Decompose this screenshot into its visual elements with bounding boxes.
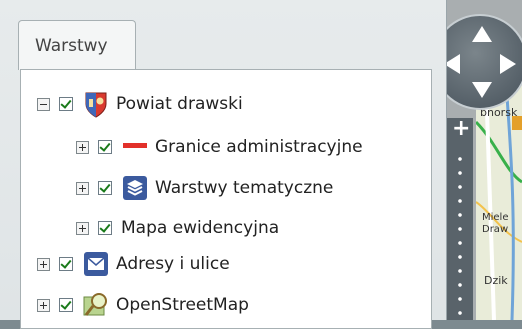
pan-down-button[interactable] <box>472 82 492 98</box>
tab-label: Warstwy <box>35 36 108 56</box>
expand-toggle[interactable] <box>76 181 89 195</box>
layer-label: OpenStreetMap <box>116 295 249 315</box>
coat-of-arms-icon <box>82 90 110 118</box>
tree-row-adresy-i-ulice[interactable]: Adresy i ulice <box>37 247 230 281</box>
zoom-slider-track[interactable] <box>458 152 462 320</box>
map-tiles[interactable]: bnorsk Miele Draw Dzik <box>476 82 522 320</box>
layer-label: Adresy i ulice <box>116 254 230 274</box>
tree-row-warstwy-tematyczne[interactable]: Warstwy tematyczne <box>76 171 333 205</box>
tree-row-openstreetmap[interactable]: OpenStreetMap <box>37 288 249 322</box>
layer-checkbox[interactable] <box>59 298 73 312</box>
zoom-bar[interactable]: + <box>447 116 473 320</box>
map-magnifier-icon <box>82 291 110 319</box>
layers-panel: Warstwy Powiat drawski Granice administr <box>0 0 447 329</box>
tree-row-powiat-drawski[interactable]: Powiat drawski <box>37 87 243 121</box>
layer-checkbox[interactable] <box>98 221 112 235</box>
layers-stack-icon <box>121 174 149 202</box>
layer-checkbox[interactable] <box>59 257 73 271</box>
tab-warstwy[interactable]: Warstwy <box>18 20 136 70</box>
layer-label: Warstwy tematyczne <box>155 178 334 198</box>
pan-right-button[interactable] <box>500 54 516 74</box>
tree-row-mapa-ewidencyjna[interactable]: Mapa ewidencyjna <box>76 211 279 245</box>
envelope-icon <box>82 250 110 278</box>
zoom-in-button[interactable]: + <box>452 116 470 141</box>
expand-toggle[interactable] <box>37 298 50 312</box>
map-label-4: Dzik <box>484 274 508 287</box>
layer-tree: Powiat drawski Granice administracyjne W… <box>20 69 432 329</box>
collapse-toggle[interactable] <box>37 97 50 111</box>
expand-toggle[interactable] <box>37 257 50 271</box>
layer-label: Granice administracyjne <box>155 137 363 157</box>
map-label-3: Draw <box>482 224 509 235</box>
layer-checkbox[interactable] <box>98 181 112 195</box>
tree-row-granice-administracyjne[interactable]: Granice administracyjne <box>76 130 363 164</box>
layer-checkbox[interactable] <box>98 140 112 154</box>
pan-up-button[interactable] <box>472 26 492 42</box>
boundary-line-icon <box>121 133 149 161</box>
expand-toggle[interactable] <box>76 221 89 235</box>
layer-label: Powiat drawski <box>116 94 243 114</box>
map-label-2: Miele <box>482 212 509 223</box>
layer-label: Mapa ewidencyjna <box>121 218 280 238</box>
layer-checkbox[interactable] <box>59 97 73 111</box>
expand-toggle[interactable] <box>76 140 89 154</box>
